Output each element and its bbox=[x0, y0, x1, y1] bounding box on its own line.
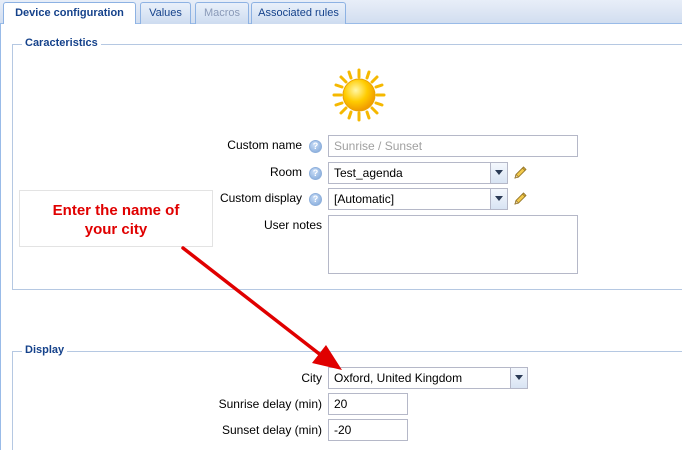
custom-display-label: Custom display bbox=[219, 191, 302, 205]
city-label: City bbox=[301, 371, 322, 385]
chevron-down-icon[interactable] bbox=[490, 189, 507, 209]
custom-name-input[interactable]: Sunrise / Sunset bbox=[328, 135, 578, 157]
room-help-icon[interactable]: ? bbox=[309, 167, 322, 180]
sunset-delay-input[interactable]: -20 bbox=[328, 419, 408, 441]
sunrise-delay-input[interactable]: 20 bbox=[328, 393, 408, 415]
annotation-callout: Enter the name of your city bbox=[19, 190, 213, 247]
pencil-icon[interactable] bbox=[512, 165, 528, 181]
tab-macros: Macros bbox=[195, 2, 249, 24]
custom-name-label: Custom name bbox=[227, 138, 302, 152]
city-select-value: Oxford, United Kingdom bbox=[334, 371, 463, 385]
custom-display-select-value: [Automatic] bbox=[334, 192, 395, 206]
tab-device-configuration[interactable]: Device configuration bbox=[3, 2, 136, 25]
custom-display-select[interactable]: [Automatic] bbox=[328, 188, 508, 210]
pencil-icon[interactable] bbox=[512, 191, 528, 207]
characteristics-legend: Caracteristics bbox=[22, 37, 101, 49]
display-legend: Display bbox=[22, 344, 68, 356]
user-notes-label: User notes bbox=[263, 218, 322, 232]
chevron-down-icon[interactable] bbox=[510, 368, 527, 388]
custom-name-help-icon[interactable]: ? bbox=[309, 140, 322, 153]
tab-strip: Device configuration Values Macros Assoc… bbox=[0, 0, 682, 25]
room-select[interactable]: Test_agenda bbox=[328, 162, 508, 184]
room-label: Room bbox=[269, 165, 302, 179]
room-select-value: Test_agenda bbox=[334, 166, 403, 180]
annotation-line-2: your city bbox=[84, 221, 148, 238]
annotation-line-1: Enter the name of bbox=[52, 202, 180, 219]
chevron-down-icon[interactable] bbox=[490, 163, 507, 183]
tab-associated-rules[interactable]: Associated rules bbox=[251, 2, 346, 24]
city-select[interactable]: Oxford, United Kingdom bbox=[328, 367, 528, 389]
sun-icon bbox=[332, 68, 386, 122]
tab-values[interactable]: Values bbox=[140, 2, 191, 24]
custom-display-help-icon[interactable]: ? bbox=[309, 193, 322, 206]
user-notes-textarea[interactable] bbox=[328, 215, 578, 274]
sunrise-delay-label: Sunrise delay (min) bbox=[218, 397, 322, 411]
sunset-delay-label: Sunset delay (min) bbox=[221, 423, 322, 437]
